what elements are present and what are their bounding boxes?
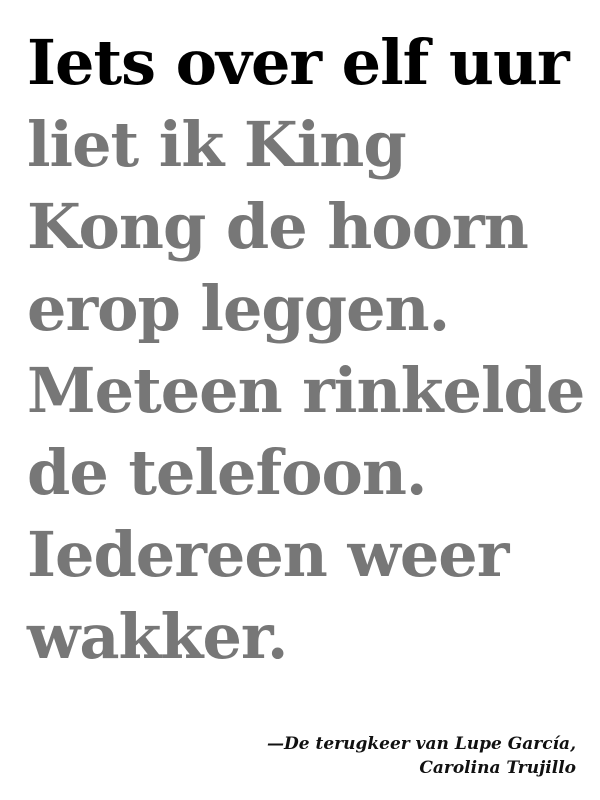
attribution-source: —De terugkeer van Lupe García, <box>267 734 576 754</box>
attribution: —De terugkeer van Lupe García, Carolina … <box>267 732 576 780</box>
quote-text: Iets over elf uur liet ik King Kong de h… <box>27 22 587 678</box>
attribution-author: Carolina Trujillo <box>419 758 576 778</box>
quote-lead: Iets over elf uur <box>27 26 570 99</box>
page: Iets over elf uur liet ik King Kong de h… <box>0 0 600 800</box>
quote-rest: liet ik King Kong de hoorn erop leggen. … <box>27 108 585 673</box>
